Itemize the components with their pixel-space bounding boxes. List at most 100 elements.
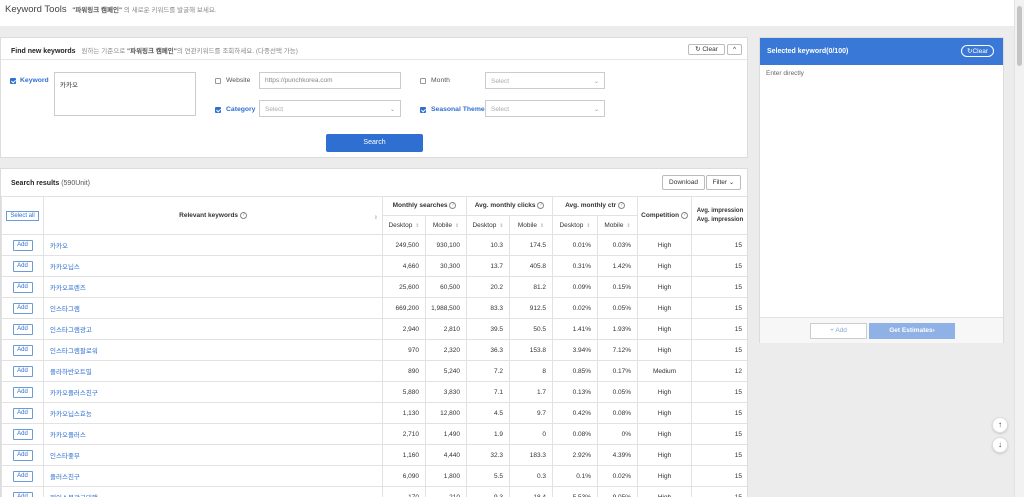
cell-rm: 1.93% [597, 318, 639, 340]
table-row: Add 카카오프렌즈 25,600 60,500 20.2 81.2 0.09% 0.15% H… [1, 276, 747, 298]
filter-button[interactable]: Filter ⌄ [706, 175, 741, 190]
keyword-link[interactable]: 페이스북광고대행 [43, 486, 383, 497]
add-cell: Add [1, 381, 44, 403]
cell-comp: High [637, 234, 693, 256]
add-cell: Add [1, 402, 44, 424]
table-row: Add 페이스북광고대행1702109.318.45.53%9.05%High15 [1, 486, 747, 497]
add-row-button[interactable]: Add [12, 491, 33, 497]
add-row-button[interactable]: Add [12, 428, 33, 440]
cell-cd: 7.1 [466, 381, 511, 403]
get-estimates-button[interactable]: Get Estimates› [869, 323, 955, 339]
clear-button[interactable]: ↻ Clear [688, 44, 725, 55]
keyword-checkbox[interactable] [10, 78, 16, 84]
month-checkbox[interactable] [420, 78, 426, 84]
cell-imp: 15 [691, 297, 747, 319]
website-input[interactable]: https://punchkorea.com [259, 72, 401, 89]
keyword-link[interactable]: 인스타그램팔로워 [43, 339, 383, 361]
col-clicks-mobile[interactable]: Mobile ⇕ [509, 215, 554, 235]
cell-sd: 25,600 [382, 276, 426, 298]
add-keyword-button[interactable]: + Add [810, 323, 867, 339]
col-clicks-desktop[interactable]: Desktop ⇕ [466, 215, 511, 235]
sort-icon: ⇕ [626, 222, 631, 229]
download-button[interactable]: Download [662, 175, 705, 190]
enter-directly-input[interactable]: Enter directly [766, 70, 804, 77]
cell-sm: 12,800 [424, 402, 468, 424]
scroll-up-button[interactable]: ↑ [992, 417, 1008, 433]
col-competition[interactable]: Competition ? [637, 196, 693, 235]
results-title: Search results (590Unit) [11, 180, 90, 187]
cell-sm: 2,320 [424, 339, 468, 361]
seasonal-theme-checkbox[interactable] [420, 107, 426, 113]
keyword-textarea[interactable]: 카카오 [54, 72, 196, 116]
add-row-button[interactable]: Add [12, 449, 33, 461]
cell-sm: 3,830 [424, 381, 468, 403]
table-row: Add 카카오 249,500 930,100 10.3 174.5 0.01% 0.03% H… [1, 234, 747, 256]
top-bar: Keyword Tools "파워링크 캠페인" 의 새로운 키워드를 발굴해 … [0, 0, 1014, 26]
keyword-link[interactable]: 카카오플러스 [43, 423, 383, 445]
col-ctr-mobile[interactable]: Mobile ⇕ [597, 215, 639, 235]
cell-cm: 405.8 [509, 255, 554, 277]
website-label: Website [226, 77, 251, 84]
keyword-link[interactable]: 인스타좋부 [43, 444, 383, 466]
keyword-link[interactable]: 플라하반오트밀 [43, 360, 383, 382]
table-row: Add 카카오닙스 4,660 30,300 13.7 405.8 0.31% 1.42% Hi… [1, 255, 747, 277]
cell-rd: 0.42% [552, 402, 599, 424]
keyword-link[interactable]: 플러스친구 [43, 465, 383, 487]
help-icon: ? [680, 211, 688, 219]
table-row: Add 인스타그램 669,200 1,988,500 83.3 912.5 0.02% 0.… [1, 297, 747, 319]
keyword-link[interactable]: 인스타그램 [43, 297, 383, 319]
col-avg-impression[interactable]: Avg. impression Avg. impression [691, 196, 747, 235]
cell-rm: 4.39% [597, 444, 639, 466]
table-row: Add 카카오플러스친구 5,880 3,830 7.1 1.7 0.13% 0.05% Hig… [1, 381, 747, 403]
add-row-button[interactable]: Add [12, 260, 33, 272]
keyword-link[interactable]: 카카오플러스친구 [43, 381, 383, 403]
month-select[interactable]: Select ⌄ [485, 72, 605, 89]
select-all-button[interactable]: Select all [6, 210, 39, 221]
month-label: Month [431, 77, 450, 84]
add-row-button[interactable]: Add [12, 407, 33, 419]
scroll-down-button[interactable]: ↓ [992, 437, 1008, 453]
category-checkbox[interactable] [215, 107, 221, 113]
website-checkbox[interactable] [215, 78, 221, 84]
table-row: Add 카카오플러스 2,710 1,490 1.9 0 0.08% 0% High 15 [1, 423, 747, 445]
cell-sd: 1,130 [382, 402, 426, 424]
cell-sd: 249,500 [382, 234, 426, 256]
category-select[interactable]: Select ⌄ [259, 100, 401, 117]
search-button[interactable]: Search [326, 134, 423, 152]
add-row-button[interactable]: Add [12, 386, 33, 398]
col-relevant-keywords[interactable]: Relevant keywords ? ⇕ [43, 196, 383, 235]
keyword-link[interactable]: 카카오닙스 [43, 255, 383, 277]
cell-sd: 669,200 [382, 297, 426, 319]
scrollbar-thumb[interactable] [1017, 6, 1022, 66]
cell-rm: 9.05% [597, 486, 639, 497]
col-searches-mobile[interactable]: Mobile ⇕ [424, 215, 468, 235]
cell-cd: 7.2 [466, 360, 511, 382]
collapse-button[interactable]: ^ [727, 44, 742, 55]
keyword-link[interactable]: 카카오닙스효능 [43, 402, 383, 424]
cell-imp: 15 [691, 381, 747, 403]
table-row: Add 인스타그램광고 2,940 2,810 39.5 50.5 1.41% 1.93% Hi… [1, 318, 747, 340]
cell-comp: High [637, 402, 693, 424]
add-row-button[interactable]: Add [12, 239, 33, 251]
cell-rm: 7.12% [597, 339, 639, 361]
keyword-link[interactable]: 카카오프렌즈 [43, 276, 383, 298]
add-row-button[interactable]: Add [12, 323, 33, 335]
cell-imp: 15 [691, 318, 747, 340]
add-row-button[interactable]: Add [12, 470, 33, 482]
vertical-scrollbar[interactable] [1014, 0, 1024, 497]
add-row-button[interactable]: Add [12, 344, 33, 356]
add-row-button[interactable]: Add [12, 302, 33, 314]
cell-imp: 15 [691, 255, 747, 277]
col-searches-desktop[interactable]: Desktop ⇕ [382, 215, 426, 235]
keyword-link[interactable]: 인스타그램광고 [43, 318, 383, 340]
cell-rd: 0.09% [552, 276, 599, 298]
seasonal-theme-select[interactable]: Select ⌄ [485, 100, 605, 117]
col-ctr-desktop[interactable]: Desktop ⇕ [552, 215, 599, 235]
help-icon: ? [239, 211, 247, 219]
add-row-button[interactable]: Add [12, 281, 33, 293]
cell-imp: 12 [691, 360, 747, 382]
selected-clear-button[interactable]: ↻Clear [961, 45, 994, 57]
add-row-button[interactable]: Add [12, 365, 33, 377]
table-row: Add 플라하반오트밀 890 5,240 7.2 8 0.85% 0.17% Medium 12 [1, 360, 747, 382]
keyword-link[interactable]: 카카오 [43, 234, 383, 256]
